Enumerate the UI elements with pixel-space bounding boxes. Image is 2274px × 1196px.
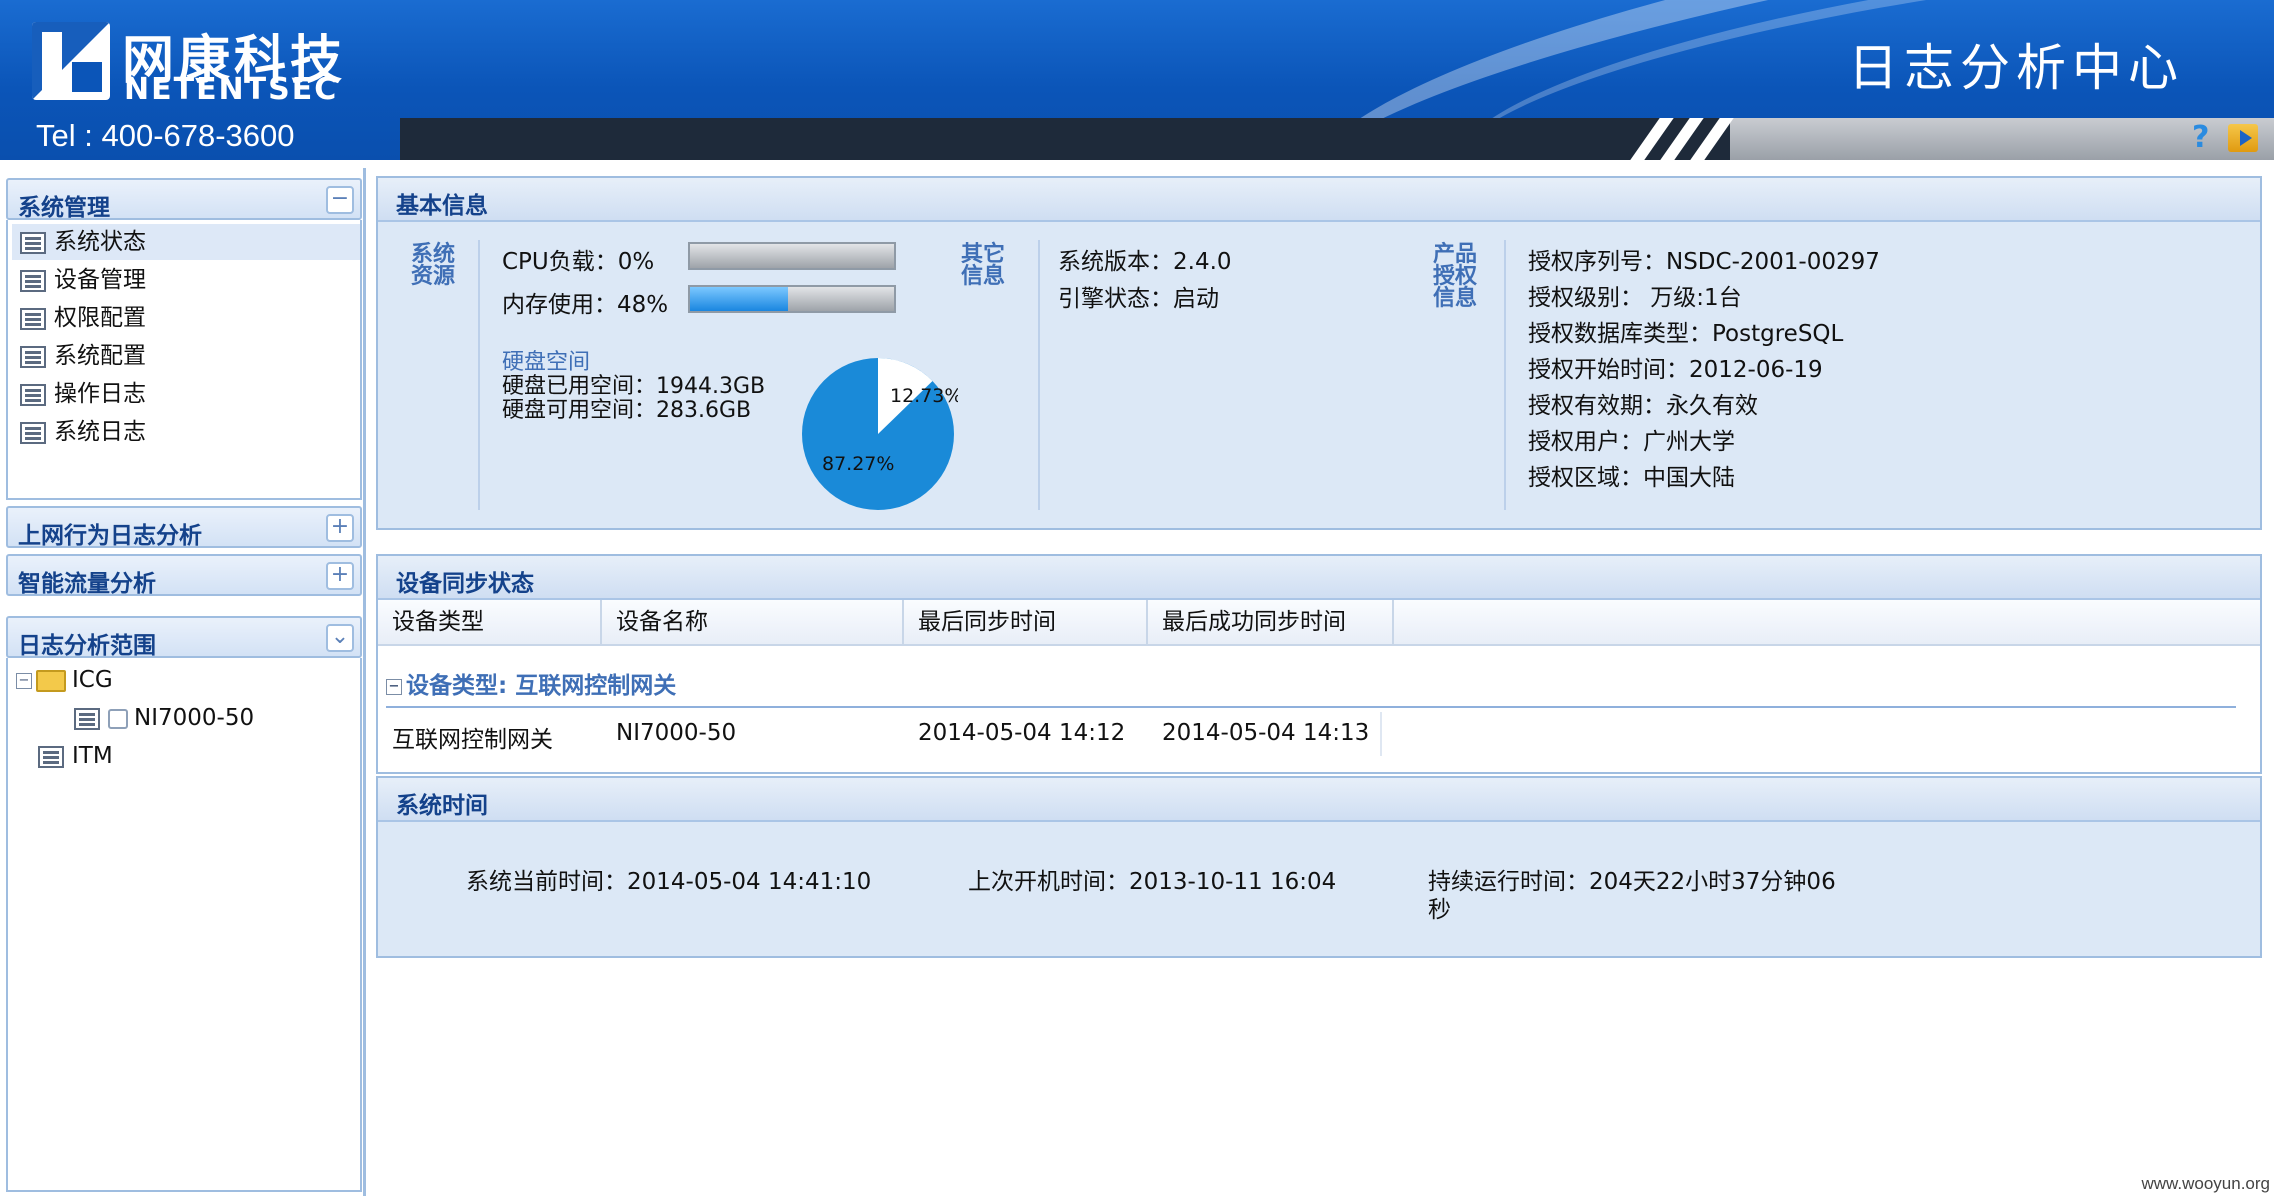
tree-collapse-icon[interactable]: −	[16, 672, 32, 689]
document-icon	[20, 383, 46, 406]
uptime-continued: 秒	[1428, 897, 1451, 923]
memory-progress-bar	[688, 285, 896, 313]
app-header: 网康科技 NETENTSEC Tel : 400-678-3600 日志分析中心…	[0, 0, 2274, 160]
document-icon	[20, 345, 46, 368]
document-icon	[20, 231, 46, 254]
divider	[386, 706, 2236, 708]
other-info-label: 其它信息	[960, 242, 1005, 289]
section-header: 基本信息	[378, 178, 2260, 222]
basic-info-panel: 基本信息 系统资源 CPU负载：0% 内存使用：48% 硬盘空间 硬盘已用空间：…	[376, 176, 2262, 530]
pie-label-used: 87.27%	[822, 453, 894, 475]
panel-title: 系统管理	[18, 195, 110, 221]
log-scope-tree: − ICG NI7000-50 ITM	[6, 658, 362, 1192]
app-title: 日志分析中心	[1848, 39, 2184, 97]
last-boot-time: 上次开机时间：2013-10-11 16:04	[968, 869, 1337, 895]
table-group-header[interactable]: − 设备类型: 互联网控制网关	[386, 666, 676, 700]
cell-last-sync: 2014-05-04 14:12	[918, 720, 1126, 746]
cell-device-type: 互联网控制网关	[392, 727, 553, 753]
document-icon	[38, 745, 64, 768]
sidebar-item-system-config[interactable]: 系统配置	[20, 338, 360, 374]
brand-name-en: NETENTSEC	[124, 72, 339, 107]
header-toolbar	[400, 118, 2274, 160]
uptime: 持续运行时间：204天22小时37分钟06	[1428, 869, 1836, 895]
column-header-device-type[interactable]: 设备类型	[378, 600, 602, 644]
panel-title: 日志分析范围	[18, 633, 156, 659]
device-checkbox[interactable]	[108, 708, 128, 729]
memory-usage: 内存使用：48%	[502, 292, 669, 318]
section-title: 基本信息	[396, 193, 488, 219]
device-sync-panel: 设备同步状态 设备类型 设备名称 最后同步时间 最后成功同步时间 − 设备类型: …	[376, 554, 2262, 774]
license-region: 授权区域：中国大陆	[1528, 465, 1735, 491]
divider	[1380, 712, 1382, 756]
divider	[1038, 240, 1040, 510]
cpu-progress-bar	[688, 242, 896, 270]
column-header-device-name[interactable]: 设备名称	[602, 600, 904, 644]
pie-label-free: 12.73%	[890, 385, 958, 407]
license-user: 授权用户：广州大学	[1528, 429, 1735, 455]
tree-node-icg[interactable]: − ICG	[16, 662, 356, 698]
document-icon	[20, 269, 46, 292]
sidebar-item-system-status[interactable]: 系统状态	[12, 224, 360, 260]
table-row[interactable]: 互联网控制网关 NI7000-50 2014-05-04 14:12 2014-…	[378, 712, 2260, 756]
chevron-down-icon[interactable]: ⌄	[326, 624, 354, 652]
panel-system-management[interactable]: 系统管理 −	[6, 178, 362, 221]
section-title: 设备同步状态	[396, 571, 534, 597]
panel-title: 上网行为日志分析	[18, 523, 202, 549]
disk-pie-chart: 12.73% 87.27%	[802, 358, 958, 510]
memory-progress-fill	[690, 287, 788, 311]
help-icon[interactable]: ?	[2192, 123, 2218, 153]
disk-free: 硬盘可用空间：283.6GB	[502, 398, 752, 423]
sidebar-item-system-log[interactable]: 系统日志	[20, 414, 360, 450]
license-serial: 授权序列号：NSDC-2001-00297	[1528, 249, 1880, 275]
license-db-type: 授权数据库类型：PostgreSQL	[1528, 321, 1844, 347]
section-header: 设备同步状态	[378, 556, 2260, 600]
system-management-body: 系统状态 设备管理 权限配置 系统配置 操作日志 系统日志	[6, 220, 362, 500]
expand-button[interactable]: +	[326, 562, 354, 590]
tree-node-device[interactable]: NI7000-50	[74, 700, 414, 736]
group-collapse-icon[interactable]: −	[386, 678, 402, 695]
license-validity: 授权有效期：永久有效	[1528, 393, 1758, 419]
license-start-date: 授权开始时间：2012-06-19	[1528, 357, 1823, 383]
document-icon	[74, 707, 100, 730]
divider	[478, 240, 480, 510]
document-icon	[20, 307, 46, 330]
collapse-button[interactable]: −	[326, 186, 354, 214]
license-info-label: 产品授权信息	[1432, 242, 1477, 311]
logout-icon[interactable]	[2228, 124, 2258, 152]
panel-title: 智能流量分析	[18, 571, 156, 597]
section-header: 系统时间	[378, 778, 2260, 822]
table-header: 设备类型 设备名称 最后同步时间 最后成功同步时间	[378, 600, 2260, 646]
cell-device-name: NI7000-50	[616, 720, 737, 746]
cpu-load: CPU负载：0%	[502, 249, 655, 275]
sidebar: 系统管理 − 系统状态 设备管理 权限配置 系统配置 操作日志 系统日志 上网行…	[0, 168, 366, 1196]
panel-log-scope[interactable]: 日志分析范围 ⌄	[6, 616, 362, 659]
sidebar-item-operation-log[interactable]: 操作日志	[20, 376, 360, 412]
system-version: 系统版本：2.4.0	[1058, 249, 1232, 275]
main-content: 基本信息 系统资源 CPU负载：0% 内存使用：48% 硬盘空间 硬盘已用空间：…	[372, 168, 2274, 1196]
current-time: 系统当前时间：2014-05-04 14:41:10	[466, 869, 872, 895]
divider	[1504, 240, 1506, 510]
tree-node-itm[interactable]: ITM	[38, 738, 378, 774]
engine-status: 引擎状态：启动	[1058, 286, 1219, 312]
watermark: www.wooyun.org	[2141, 1174, 2270, 1193]
cell-last-success-sync: 2014-05-04 14:13	[1162, 720, 1370, 746]
sidebar-item-permission-config[interactable]: 权限配置	[20, 300, 360, 336]
system-time-panel: 系统时间 系统当前时间：2014-05-04 14:41:10 上次开机时间：2…	[376, 776, 2262, 958]
column-header-last-sync[interactable]: 最后同步时间	[904, 600, 1148, 644]
support-phone: Tel : 400-678-3600	[36, 118, 295, 153]
expand-button[interactable]: +	[326, 514, 354, 542]
license-level: 授权级别： 万级:1台	[1528, 285, 1742, 311]
panel-traffic-analysis[interactable]: 智能流量分析 +	[6, 554, 362, 597]
panel-web-behavior-log[interactable]: 上网行为日志分析 +	[6, 506, 362, 549]
folder-icon	[36, 669, 66, 692]
column-header-last-success-sync[interactable]: 最后成功同步时间	[1148, 600, 1394, 644]
resource-label: 系统资源	[410, 242, 455, 289]
section-title: 系统时间	[396, 793, 488, 819]
document-icon	[20, 421, 46, 444]
brand-logo-icon	[32, 22, 110, 100]
sidebar-item-device-management[interactable]: 设备管理	[20, 262, 360, 298]
